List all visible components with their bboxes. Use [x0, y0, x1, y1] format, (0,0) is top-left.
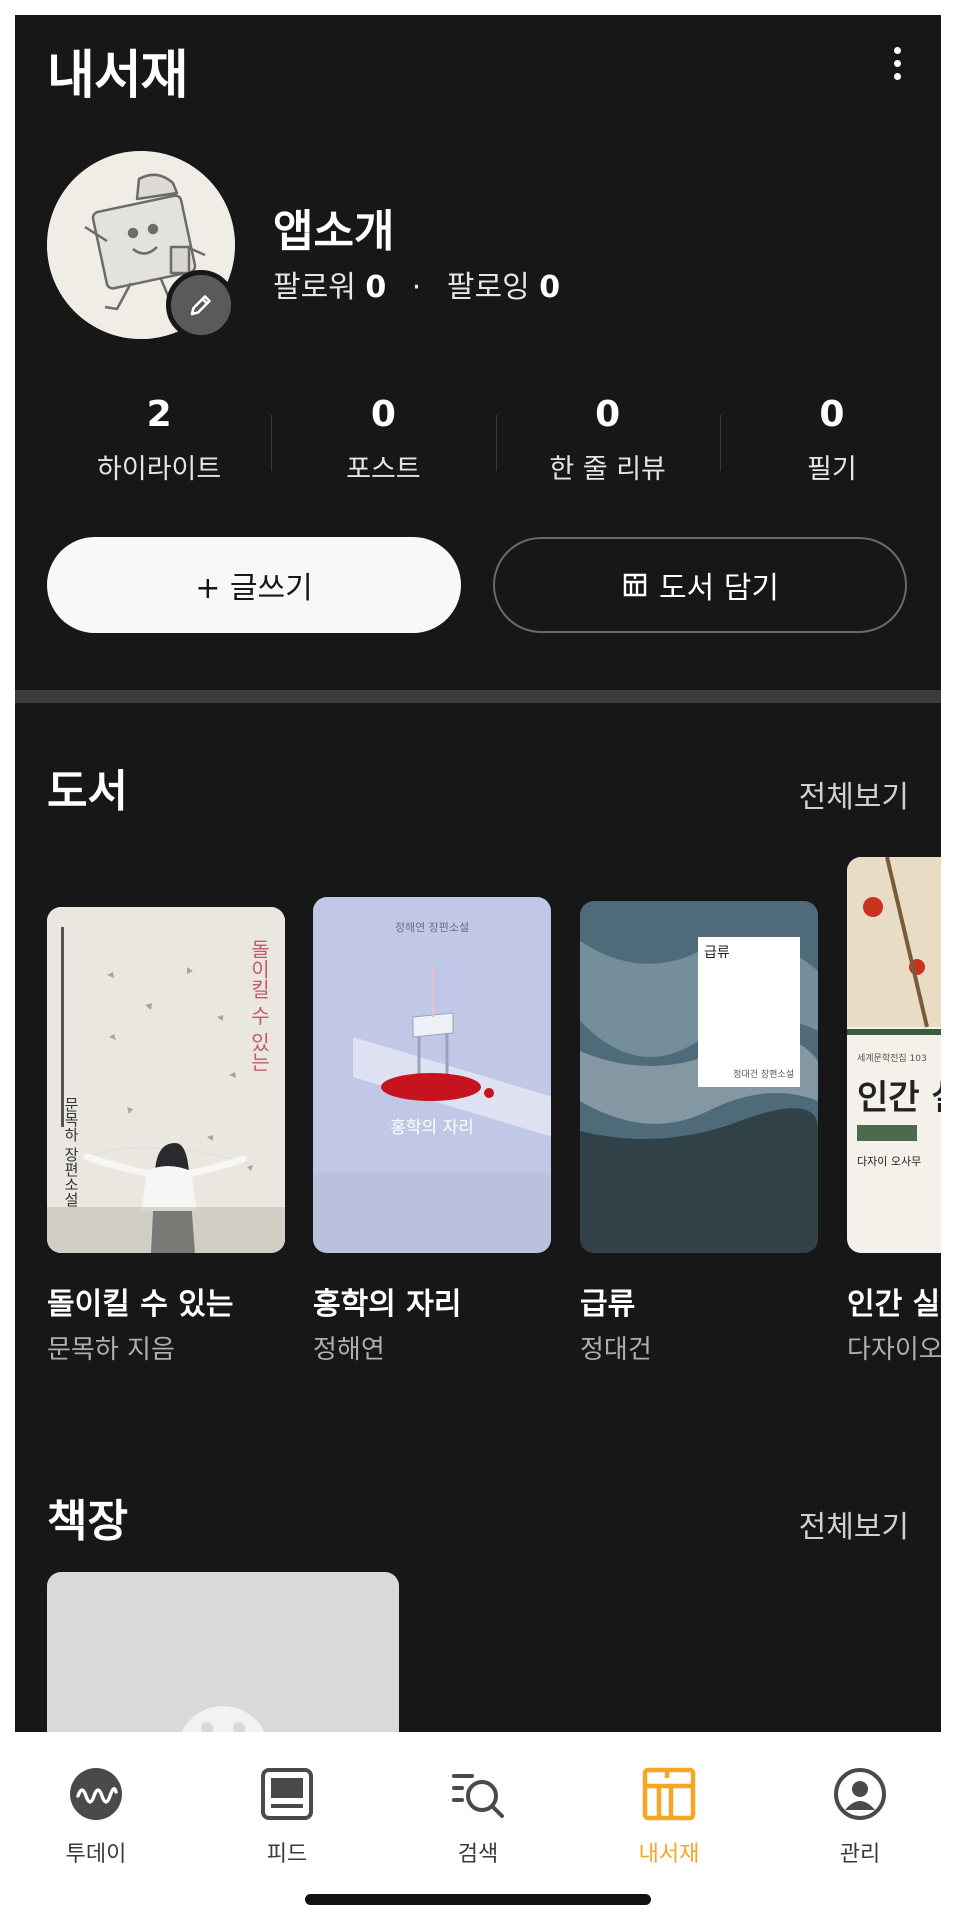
pencil-icon[interactable]	[166, 270, 236, 340]
bottom-nav: 투데이 피드 검색 내서재 관리	[15, 1732, 941, 1912]
feed-icon	[261, 1768, 313, 1820]
svg-text:문목하 장편소설: 문목하 장편소설	[62, 1097, 80, 1207]
shelf-card[interactable]	[47, 1572, 399, 1752]
more-vertical-icon[interactable]	[885, 47, 909, 87]
write-button[interactable]: + 글쓰기	[47, 537, 461, 633]
book-title[interactable]: 급류	[580, 1279, 635, 1323]
book-cover-3[interactable]: 급류 정대건 장편소설	[580, 901, 818, 1253]
stat-value: 0	[370, 394, 396, 435]
stat-value: 0	[819, 394, 845, 435]
following-label: 팔로잉	[446, 270, 530, 305]
stats-row: 2 하이라이트 0 포스트 0 한 줄 리뷰 0 필기	[47, 395, 941, 491]
write-button-label: + 글쓰기	[195, 571, 313, 606]
followers-label: 팔로워	[273, 270, 356, 305]
stat-value: 0	[595, 394, 621, 435]
svg-text:돌이킬 수 있는: 돌이킬 수 있는	[247, 939, 271, 1072]
following-count: 0	[539, 270, 561, 305]
library-icon	[642, 1767, 696, 1821]
svg-text:정대건 장편소설: 정대건 장편소설	[733, 1068, 794, 1080]
nav-label: 관리	[839, 1842, 881, 1867]
svg-text:홍학의 자리: 홍학의 자리	[390, 1118, 474, 1138]
profile-name: 앱소개	[273, 206, 395, 257]
svg-text:인간 실: 인간 실	[857, 1078, 941, 1118]
stat-label: 포스트	[346, 454, 421, 485]
book-author: 문목하 지음	[47, 1335, 175, 1365]
nav-label: 투데이	[65, 1842, 127, 1867]
stat-value: 2	[146, 394, 172, 435]
stat-label: 필기	[807, 454, 857, 485]
section-divider	[15, 690, 941, 703]
book-title[interactable]: 인간 실	[847, 1279, 940, 1323]
svg-text:정해연 장편소설: 정해연 장편소설	[395, 920, 469, 934]
shelf-see-all-link[interactable]: 전체보기	[799, 1502, 909, 1546]
svg-text:세계문학전집 103: 세계문학전집 103	[857, 1052, 927, 1064]
follow-stats[interactable]: 팔로워 0 · 팔로잉 0	[273, 262, 560, 306]
svg-text:급류: 급류	[704, 945, 730, 961]
app-screen: 내서재 앱소개 팔로워 0 · 팔로잉 0 2 하이라이트 0 포스트 0 한 …	[15, 15, 941, 1912]
nav-item-library[interactable]: 내서재	[609, 1766, 729, 1868]
followers-count: 0	[365, 270, 387, 305]
stat-highlights[interactable]: 2 하이라이트	[47, 395, 271, 491]
stat-notes[interactable]: 0 필기	[719, 394, 941, 491]
book-author: 정대건	[580, 1335, 652, 1365]
nav-label: 내서재	[638, 1842, 700, 1867]
home-indicator	[305, 1894, 651, 1905]
separator-dot: ·	[411, 270, 422, 305]
book-title[interactable]: 돌이킬 수 있는	[47, 1279, 234, 1323]
profile-icon	[834, 1768, 886, 1820]
shelf-section-title: 책장	[47, 1496, 128, 1547]
stat-posts[interactable]: 0 포스트	[271, 395, 495, 491]
page-title: 내서재	[47, 46, 189, 106]
stat-label: 하이라이트	[97, 454, 222, 485]
stat-label: 한 줄 리뷰	[549, 454, 666, 485]
header: 내서재	[47, 25, 909, 106]
stat-reviews[interactable]: 0 한 줄 리뷰	[495, 394, 720, 491]
nav-item-search[interactable]: 검색	[418, 1766, 538, 1868]
nav-item-feed[interactable]: 피드	[227, 1766, 347, 1868]
book-cover-4[interactable]: 세계문학전집 103 인간 실 다자이 오사무	[847, 857, 941, 1253]
add-book-label: 도서 담기	[659, 571, 779, 606]
nav-item-today[interactable]: 투데이	[36, 1766, 156, 1868]
book-author: 정해연	[313, 1335, 385, 1365]
nav-label: 피드	[266, 1842, 308, 1867]
nav-item-manage[interactable]: 관리	[800, 1766, 920, 1868]
book-title[interactable]: 홍학의 자리	[313, 1279, 461, 1323]
bookshelf-add-icon	[621, 571, 649, 599]
book-author: 다자이오	[847, 1335, 941, 1365]
book-cover-2[interactable]: 정해연 장편소설 홍학의 자리	[313, 897, 551, 1253]
books-section-title: 도서	[47, 766, 128, 817]
svg-text:다자이 오사무: 다자이 오사무	[857, 1155, 921, 1168]
today-wave-icon	[70, 1768, 122, 1820]
shelf-placeholder-icon	[177, 1706, 269, 1752]
search-list-icon	[452, 1774, 504, 1818]
books-see-all-link[interactable]: 전체보기	[799, 772, 909, 816]
add-book-button[interactable]: 도서 담기	[493, 537, 907, 633]
book-cover-1[interactable]: 돌이킬 수 있는 문목하 장편소설	[47, 907, 285, 1253]
nav-label: 검색	[457, 1842, 499, 1867]
